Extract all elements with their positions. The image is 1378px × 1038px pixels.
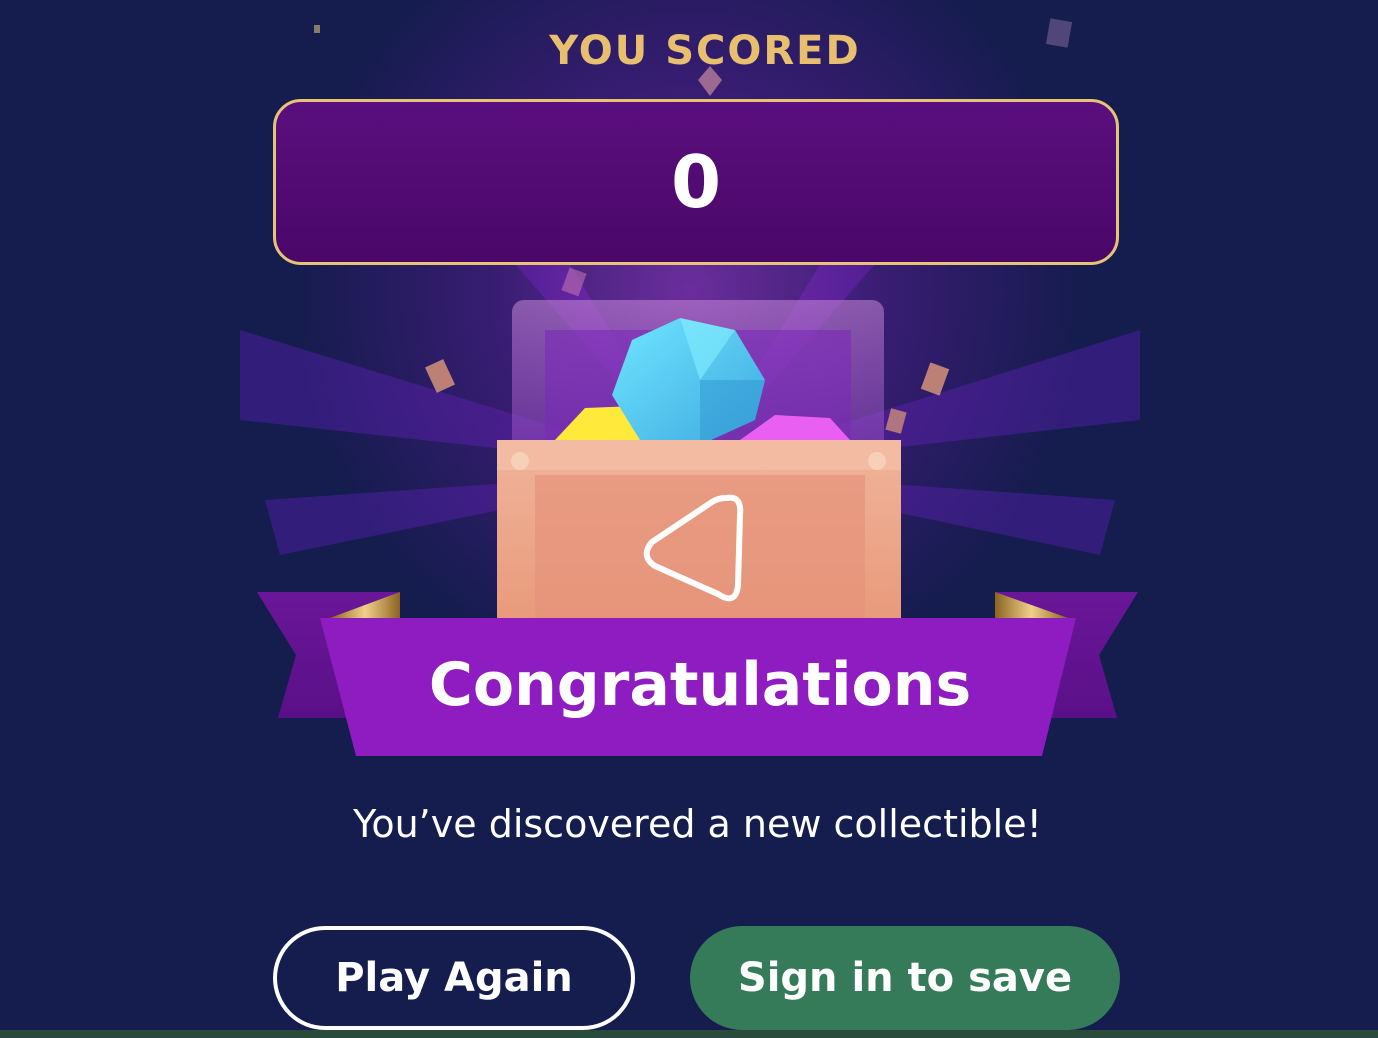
play-again-button[interactable]: Play Again	[273, 926, 635, 1030]
treasure-chest-icon	[257, 300, 1138, 756]
bottom-edge	[0, 1030, 1378, 1038]
collectible-message: You’ve discovered a new collectible!	[353, 802, 1042, 846]
result-screen: YOU SCORED 0 Congratulations You’ve disc…	[0, 0, 1378, 1038]
congratulations-title: Congratulations	[428, 650, 972, 720]
sign-in-button[interactable]: Sign in to save	[690, 926, 1120, 1030]
